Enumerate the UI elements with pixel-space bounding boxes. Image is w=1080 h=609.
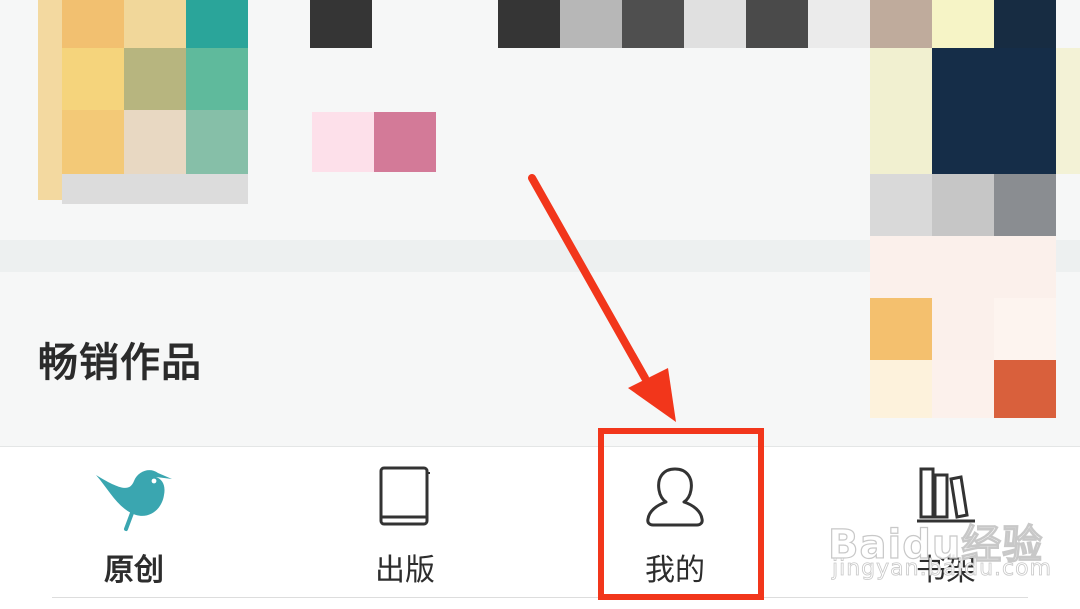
watermark-url: jingyan.baidu.com — [832, 556, 1053, 582]
highlight-box — [598, 428, 764, 600]
